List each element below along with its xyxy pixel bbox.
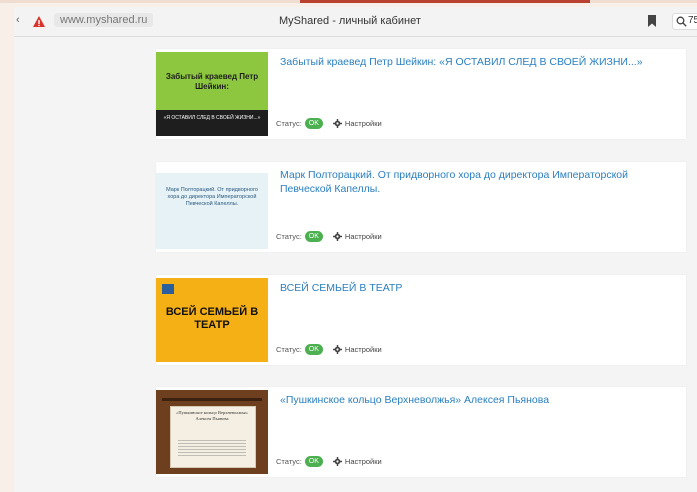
thumb-title: «Пушкинское кольцо Верхневолжья» Алексея… xyxy=(176,410,248,421)
gear-icon[interactable] xyxy=(332,118,342,128)
status-badge: OK xyxy=(304,343,323,355)
presentation-thumbnail[interactable]: Марк Полторацкий. От придворного хора до… xyxy=(156,165,268,249)
thumb-band xyxy=(156,110,268,136)
status-row: Статус: OK Настройки xyxy=(276,342,382,356)
tab-title: MyShared - личный кабинет xyxy=(279,15,421,27)
presentation-thumbnail[interactable]: ВСЕЙ СЕМЬЕЙ В ТЕАТР xyxy=(156,278,268,362)
status-label: Статус: xyxy=(276,344,302,354)
settings-link[interactable]: Настройки xyxy=(345,232,382,241)
presentation-card: «Пушкинское кольцо Верхневолжья» Алексея… xyxy=(156,387,686,477)
thumb-title: ВСЕЙ СЕМЬЕЙ В ТЕАТР xyxy=(165,306,259,331)
zoom-level: 75 xyxy=(688,15,697,26)
magnifier-icon xyxy=(676,16,687,27)
back-arrow-icon[interactable]: ‹ xyxy=(16,14,20,26)
page-top-accent xyxy=(300,0,590,3)
status-label: Статус: xyxy=(276,231,302,241)
presentations-list: Забытый краевед Петр Шейкин: «Я ОСТАВИЛ … xyxy=(14,37,697,492)
warning-icon[interactable] xyxy=(32,15,46,29)
presentation-title-link[interactable]: «Пушкинское кольцо Верхневолжья» Алексея… xyxy=(280,393,670,407)
presentation-thumbnail[interactable]: «Пушкинское кольцо Верхневолжья» Алексея… xyxy=(156,390,268,474)
settings-link[interactable]: Настройки xyxy=(345,345,382,354)
thumb-band xyxy=(156,165,268,173)
status-badge: OK xyxy=(304,455,323,467)
bookmark-icon[interactable] xyxy=(647,15,657,27)
status-label: Статус: xyxy=(276,118,302,128)
status-row: Статус: OK Настройки xyxy=(276,229,382,243)
theatre-logo-icon xyxy=(162,284,174,294)
presentation-card: ВСЕЙ СЕМЬЕЙ В ТЕАТР ВСЕЙ СЕМЬЕЙ В ТЕАТР … xyxy=(156,275,686,365)
thumb-title: Марк Полторацкий. От придворного хора до… xyxy=(166,187,258,207)
settings-link[interactable]: Настройки xyxy=(345,457,382,466)
presentation-card: Марк Полторацкий. От придворного хора до… xyxy=(156,162,686,252)
status-row: Статус: OK Настройки xyxy=(276,116,382,130)
url-field[interactable]: www.myshared.ru xyxy=(54,13,154,27)
presentation-thumbnail[interactable]: Забытый краевед Петр Шейкин: «Я ОСТАВИЛ … xyxy=(156,52,268,136)
zoom-indicator[interactable]: 75 xyxy=(672,13,697,30)
status-badge: OK xyxy=(304,230,323,242)
presentation-title-link[interactable]: Забытый краевед Петр Шейкин: «Я ОСТАВИЛ … xyxy=(280,55,670,69)
thumb-text-lines xyxy=(178,440,246,458)
status-badge: OK xyxy=(304,117,323,129)
gear-icon[interactable] xyxy=(332,456,342,466)
gear-icon[interactable] xyxy=(332,344,342,354)
status-row: Статус: OK Настройки xyxy=(276,454,382,468)
thumb-rail xyxy=(162,398,262,401)
gear-icon[interactable] xyxy=(332,231,342,241)
settings-link[interactable]: Настройки xyxy=(345,119,382,128)
presentation-title-link[interactable]: ВСЕЙ СЕМЬЕЙ В ТЕАТР xyxy=(280,281,670,295)
status-label: Статус: xyxy=(276,456,302,466)
presentation-card: Забытый краевед Петр Шейкин: «Я ОСТАВИЛ … xyxy=(156,49,686,139)
presentation-title-link[interactable]: Марк Полторацкий. От придворного хора до… xyxy=(280,168,670,196)
browser-address-bar: ‹ www.myshared.ru MyShared - личный каби… xyxy=(14,7,697,37)
thumb-title: Забытый краевед Петр Шейкин: xyxy=(165,72,259,91)
thumb-quote: «Я ОСТАВИЛ СЛЕД В СВОЕЙ ЖИЗНИ...» xyxy=(163,115,261,121)
